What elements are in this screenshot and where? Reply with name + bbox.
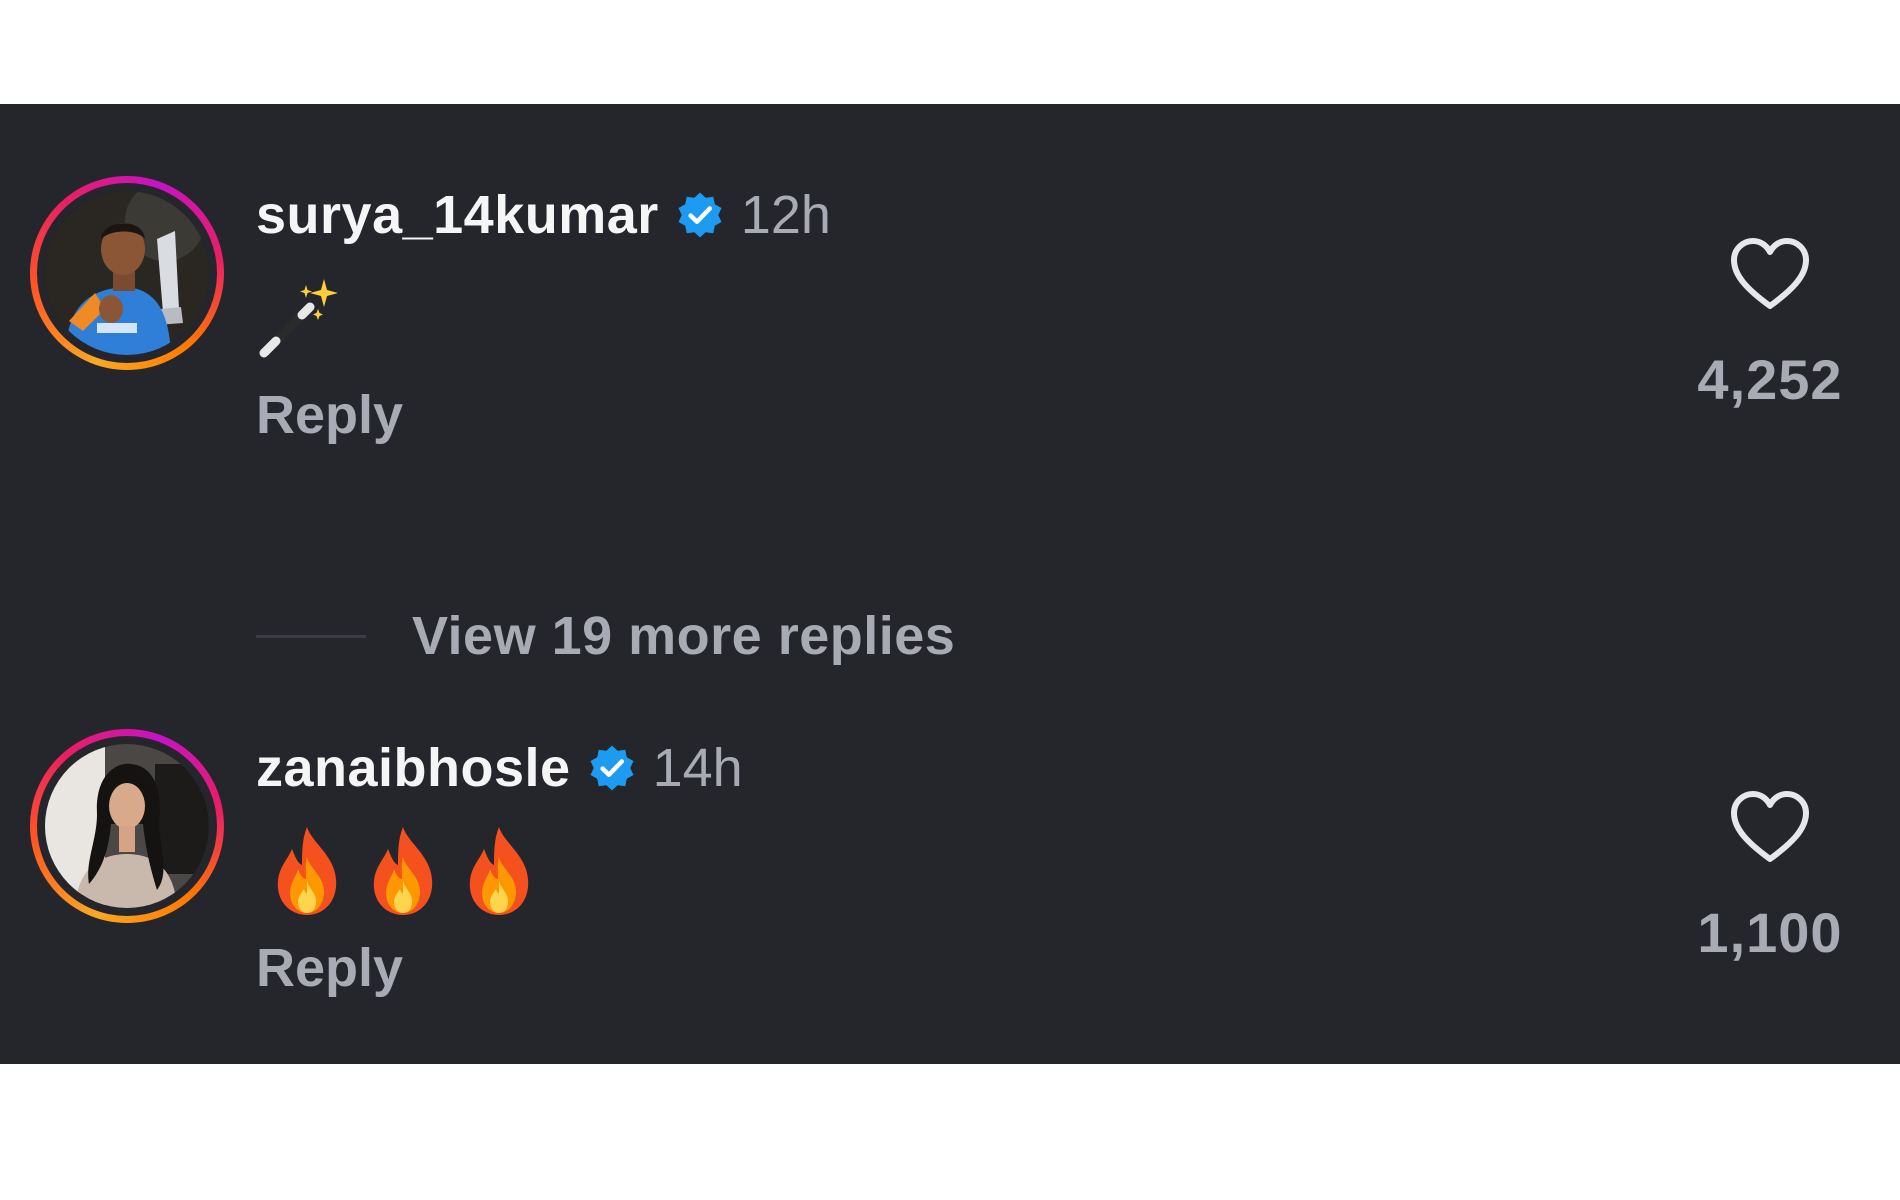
reply-button[interactable]: Reply	[256, 384, 403, 446]
like-count: 1,100	[1697, 901, 1843, 964]
view-more-replies-label: View 19 more replies	[412, 606, 956, 666]
comments-panel: surya_14kumar 12h Reply 4,252 View 19 mo…	[0, 104, 1900, 1064]
username[interactable]: zanaibhosle	[256, 737, 571, 799]
magic-wand-icon	[259, 279, 338, 358]
like-group: 1,100	[1680, 789, 1860, 965]
comment-header: zanaibhosle 14h	[256, 733, 743, 803]
fire-icon	[469, 827, 529, 915]
fire-icon	[277, 827, 337, 915]
view-more-replies-button[interactable]: View 19 more replies	[256, 601, 955, 671]
comment-time: 12h	[740, 185, 831, 245]
heart-icon[interactable]	[1728, 789, 1812, 865]
reply-button[interactable]: Reply	[256, 937, 403, 999]
like-count: 4,252	[1697, 348, 1843, 411]
reply-divider	[256, 634, 366, 638]
avatar-story-ring[interactable]	[30, 729, 224, 923]
like-group: 4,252	[1680, 236, 1860, 412]
comment-header: surya_14kumar 12h	[256, 180, 831, 250]
avatar-story-ring[interactable]	[30, 176, 224, 370]
comment-time: 14h	[652, 738, 743, 798]
comment-content	[256, 268, 346, 368]
heart-icon[interactable]	[1728, 236, 1812, 312]
username[interactable]: surya_14kumar	[256, 184, 659, 246]
verified-badge-icon	[587, 743, 637, 793]
avatar	[45, 191, 209, 355]
fire-icon	[373, 827, 433, 915]
comment-content	[256, 821, 544, 921]
avatar	[45, 744, 209, 908]
verified-badge-icon	[675, 190, 725, 240]
